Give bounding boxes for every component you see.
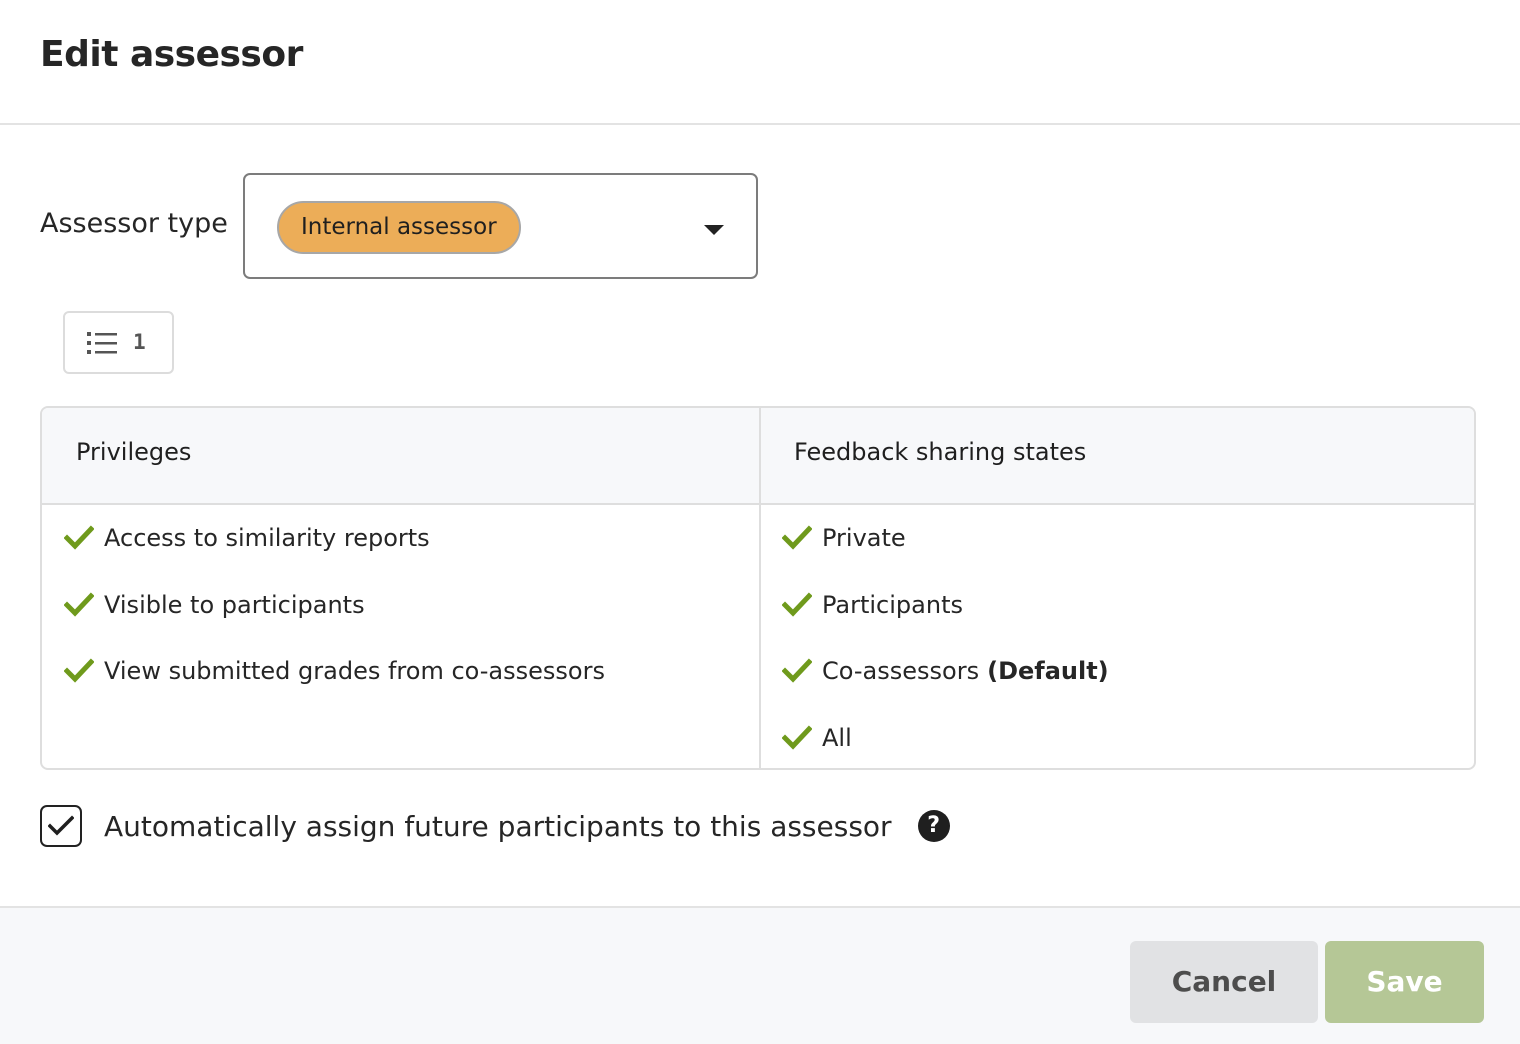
sharing-state-label: Participants [822, 590, 963, 619]
check-icon [782, 658, 812, 683]
list-view-button[interactable]: 1 [63, 311, 174, 374]
privileges-table: Privileges Feedback sharing states Acces… [40, 406, 1476, 770]
privileges-list: Access to similarity reports Visible to … [64, 505, 605, 705]
list-item: Visible to participants [64, 572, 605, 639]
check-icon [782, 725, 812, 750]
save-button[interactable]: Save [1325, 941, 1484, 1023]
check-icon [64, 525, 94, 550]
check-icon [64, 592, 94, 617]
auto-assign-checkbox[interactable] [40, 805, 82, 847]
list-item: View submitted grades from co-assessors [64, 638, 605, 705]
dialog-footer: Cancel Save [0, 906, 1520, 1044]
sharing-state-label: Private [822, 524, 906, 553]
cancel-button[interactable]: Cancel [1130, 941, 1318, 1023]
list-item: Co-assessors (Default) [782, 638, 1109, 705]
checkmark-icon [48, 815, 74, 836]
check-icon [64, 658, 94, 683]
list-item: All [782, 705, 1109, 769]
check-icon [782, 592, 812, 617]
privilege-label: Visible to participants [104, 590, 365, 619]
chevron-down-icon [704, 225, 724, 235]
list-icon [87, 332, 117, 354]
sharing-states-list: Private Participants Co-assessors (Defau… [782, 505, 1109, 769]
sharing-states-header: Feedback sharing states [794, 438, 1087, 466]
assessor-type-pill: Internal assessor [277, 201, 521, 254]
list-item: Participants [782, 572, 1109, 639]
dialog-header: Edit assessor [0, 0, 1520, 125]
assessor-type-label: Assessor type [40, 208, 228, 239]
column-divider [759, 408, 761, 768]
dialog-title: Edit assessor [40, 34, 303, 75]
list-item: Private [782, 505, 1109, 572]
default-marker: (Default) [987, 657, 1109, 686]
auto-assign-row: Automatically assign future participants… [40, 805, 950, 847]
question-circle-icon[interactable]: ? [917, 810, 950, 842]
auto-assign-label: Automatically assign future participants… [104, 809, 892, 843]
privilege-label: Access to similarity reports [104, 524, 430, 553]
sharing-state-label: Co-assessors [822, 657, 980, 686]
privileges-header: Privileges [76, 438, 192, 466]
assessor-type-select[interactable]: Internal assessor [243, 173, 758, 279]
list-count: 1 [133, 330, 146, 354]
privilege-label: View submitted grades from co-assessors [104, 657, 605, 686]
check-icon [782, 525, 812, 550]
table-header: Privileges Feedback sharing states [42, 408, 1474, 505]
list-item: Access to similarity reports [64, 505, 605, 572]
sharing-state-label: All [822, 723, 852, 752]
